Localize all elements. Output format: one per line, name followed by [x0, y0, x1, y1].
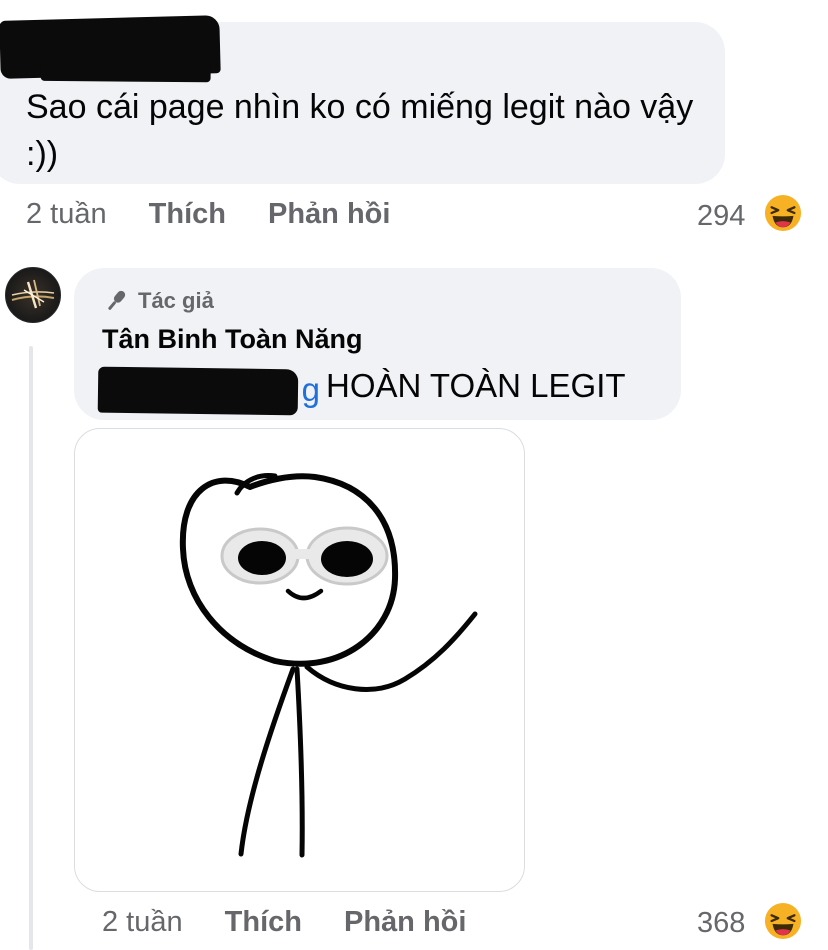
laughing-emoji-icon[interactable] — [764, 194, 802, 232]
comment-time: 2 tuần — [26, 198, 107, 230]
sticker-image[interactable] — [74, 428, 525, 892]
avatar-logo-icon — [11, 279, 55, 309]
like-button[interactable]: Thích — [149, 198, 226, 231]
reaction-count[interactable]: 294 — [697, 200, 745, 233]
reply-button[interactable]: Phản hồi — [268, 198, 390, 231]
reply-actions: 2 tuần Thích Phản hồi — [102, 906, 466, 939]
thread-line — [29, 346, 33, 950]
stick-figure-sunglasses-sticker — [179, 473, 478, 858]
reply-like-button[interactable]: Thích — [225, 906, 302, 939]
reply-text-line: g HOÀN TOÀN LEGIT — [97, 364, 626, 416]
reply-reaction-count[interactable]: 368 — [697, 907, 745, 940]
author-avatar[interactable] — [5, 267, 61, 323]
comment-text: Sao cái page nhìn ko có miếng legit nào … — [26, 88, 694, 173]
author-badge-label: Tác giả — [138, 288, 214, 313]
reply-text: HOÀN TOÀN LEGIT — [326, 367, 626, 404]
redacted-commenter-name — [0, 15, 221, 79]
microphone-icon — [108, 290, 126, 310]
mention-tail: g — [301, 371, 320, 408]
redacted-mention — [97, 366, 299, 416]
comment-actions: 2 tuần Thích Phản hồi — [26, 198, 390, 231]
author-badge: Tác giả — [102, 288, 214, 314]
reply-time: 2 tuần — [102, 906, 183, 938]
laughing-emoji-icon[interactable] — [764, 902, 802, 940]
reply-author-name[interactable]: Tân Binh Toàn Năng — [102, 324, 362, 355]
mention-link[interactable]: g — [97, 366, 320, 416]
reply-reply-button[interactable]: Phản hồi — [344, 906, 466, 939]
